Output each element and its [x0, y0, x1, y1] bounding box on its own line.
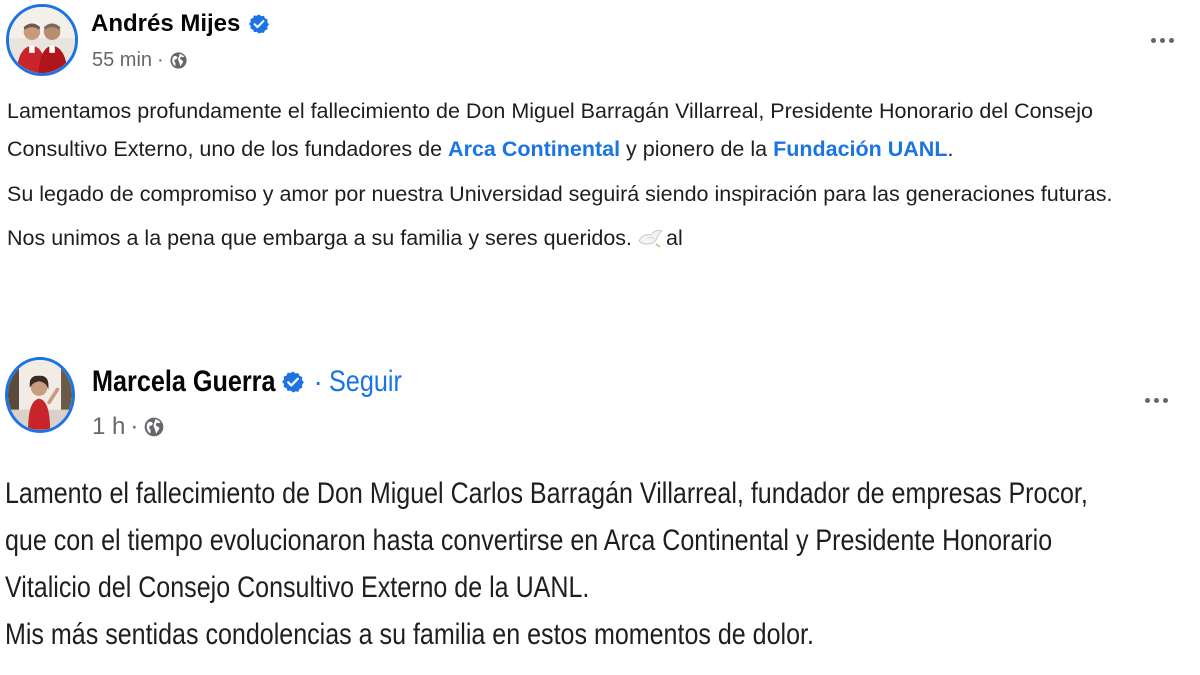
globe-icon[interactable]	[143, 416, 165, 438]
post-body: Lamento el fallecimiento de Don Miguel C…	[5, 470, 1200, 658]
meta-separator: ·	[130, 413, 139, 440]
follow-button[interactable]: Seguir	[329, 365, 402, 399]
avatar-photo	[8, 360, 72, 430]
post-timestamp[interactable]: 1 h	[92, 413, 125, 441]
follow-separator: ·	[313, 366, 323, 397]
post-andres-mijes: Andrés Mijes 55 min · Lamentamos profund…	[0, 0, 1200, 345]
post-text-line: Vitalicio del Consejo Consultivo Externo…	[5, 571, 590, 604]
post-paragraph: Su legado de compromiso y amor por nuest…	[7, 182, 1113, 206]
post-meta: 55 min ·	[92, 46, 188, 74]
paragraph-text: y pionero de la	[620, 137, 774, 161]
verified-badge-icon	[281, 370, 305, 394]
author-name[interactable]: Andrés Mijes	[91, 10, 240, 38]
post-text-line: Mis más sentidas condolencias a su famil…	[5, 618, 814, 651]
dot	[1144, 397, 1150, 403]
paragraph-text: al	[666, 226, 683, 250]
dot	[1168, 37, 1174, 43]
author-row: Andrés Mijes	[91, 8, 270, 40]
dot	[1159, 37, 1165, 43]
verified-badge-icon	[248, 13, 270, 35]
dot	[1153, 397, 1159, 403]
post-body: Lamentamos profundamente el fallecimient…	[7, 92, 1197, 264]
post-options-button[interactable]	[1136, 388, 1176, 412]
author-row: Marcela Guerra · Seguir	[92, 363, 416, 401]
post-text-line: Lamento el fallecimiento de Don Miguel C…	[5, 477, 1088, 510]
post-timestamp[interactable]: 55 min	[92, 49, 152, 72]
avatar[interactable]	[6, 4, 78, 76]
paragraph-text: Nos unimos a la pena que embarga a su fa…	[7, 226, 633, 250]
mention-arca-continental[interactable]: Arca Continental	[448, 137, 620, 161]
meta-separator: ·	[157, 48, 164, 71]
post-paragraph: Nos unimos a la pena que embarga a su fa…	[7, 219, 1197, 257]
avatar-photo	[9, 7, 75, 73]
post-options-button[interactable]	[1142, 28, 1182, 52]
globe-icon[interactable]	[169, 51, 188, 70]
dove-icon	[636, 227, 664, 249]
avatar[interactable]	[5, 357, 75, 433]
post-text-line: que con el tiempo evolucionaron hasta co…	[5, 524, 1053, 557]
post-meta: 1 h ·	[92, 411, 165, 443]
dot	[1150, 37, 1156, 43]
post-marcela-guerra: Marcela Guerra · Seguir 1 h · Lamento el…	[0, 345, 1200, 675]
dot	[1162, 397, 1168, 403]
post-paragraph: Lamentamos profundamente el fallecimient…	[7, 92, 1197, 168]
author-name[interactable]: Marcela Guerra	[92, 365, 276, 399]
mention-fundacion-uanl[interactable]: Fundación UANL	[773, 137, 947, 161]
paragraph-text: .	[947, 137, 954, 161]
